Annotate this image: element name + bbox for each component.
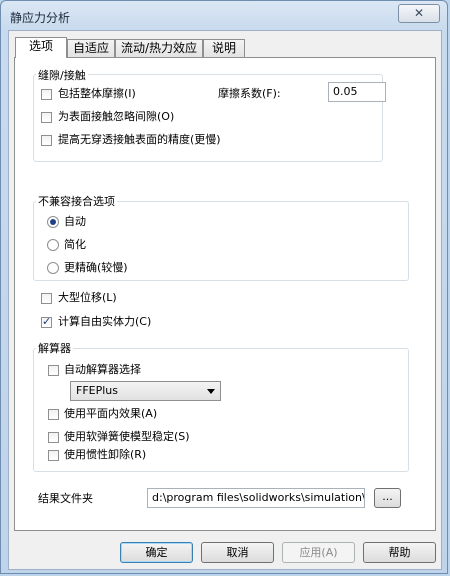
improve-accuracy-checkbox[interactable]: [41, 135, 52, 146]
result-folder-label: 结果文件夹: [38, 492, 93, 505]
auto-solver-checkbox[interactable]: [48, 365, 59, 376]
accurate-radio[interactable]: [47, 262, 59, 274]
solver-selected-value: FFEPlus: [76, 384, 118, 397]
include-friction-label: 包括整体摩擦(I): [58, 87, 136, 100]
free-body-label: 计算自由实体力(C): [58, 315, 152, 328]
result-folder-input[interactable]: d:\program files\solidworks\simulation\E…: [147, 488, 365, 508]
large-displacement-checkbox[interactable]: [41, 293, 52, 304]
auto-solver-label: 自动解算器选择: [64, 363, 141, 376]
improve-accuracy-label: 提高无穿透接触表面的精度(更慢): [58, 133, 221, 146]
apply-button[interactable]: 应用(A): [282, 542, 355, 563]
dialog-window: 静应力分析 ✕ 选项 自适应 流动/热力效应 说明 缝隙/接触 包括整体摩擦(I…: [0, 0, 448, 574]
tab-adaptive[interactable]: 自适应: [67, 39, 115, 57]
inplane-label: 使用平面内效果(A): [64, 407, 158, 420]
inertial-relief-checkbox[interactable]: [48, 450, 59, 461]
soft-spring-checkbox[interactable]: [48, 432, 59, 443]
close-button[interactable]: ✕: [398, 4, 440, 23]
tab-options[interactable]: 选项: [15, 37, 67, 58]
options-page: 缝隙/接触 包括整体摩擦(I) 摩擦系数(F): 0.05 为表面接触忽略间隙(…: [14, 57, 436, 531]
cancel-button[interactable]: 取消: [201, 542, 274, 563]
simplified-radio-label: 简化: [64, 238, 86, 251]
tab-flow-thermal[interactable]: 流动/热力效应: [115, 39, 203, 57]
inplane-checkbox[interactable]: [48, 409, 59, 420]
accurate-radio-label: 更精确(较慢): [64, 261, 128, 274]
ok-button[interactable]: 确定: [120, 542, 193, 563]
solver-title: 解算器: [36, 340, 73, 356]
solver-select[interactable]: FFEPlus: [70, 381, 221, 401]
browse-button[interactable]: ...: [374, 488, 401, 508]
inertial-relief-label: 使用惯性卸除(R): [64, 448, 147, 461]
auto-radio-label: 自动: [64, 215, 86, 228]
gap-contact-title: 缝隙/接触: [36, 67, 88, 83]
large-displacement-label: 大型位移(L): [58, 291, 117, 304]
ignore-gap-label: 为表面接触忽略间隙(O): [58, 110, 175, 123]
include-friction-checkbox[interactable]: [41, 89, 52, 100]
friction-coefficient-label: 摩擦系数(F):: [218, 87, 281, 100]
free-body-checkbox[interactable]: [41, 314, 52, 330]
help-button[interactable]: 帮助: [363, 542, 436, 563]
tab-description[interactable]: 说明: [203, 39, 245, 57]
dialog-client: 选项 自适应 流动/热力效应 说明 缝隙/接触 包括整体摩擦(I) 摩擦系数(F…: [8, 30, 442, 570]
simplified-radio[interactable]: [47, 239, 59, 251]
auto-radio[interactable]: [47, 216, 59, 228]
window-title: 静应力分析: [10, 11, 71, 25]
soft-spring-label: 使用软弹簧使模型稳定(S): [64, 430, 190, 443]
friction-coefficient-input[interactable]: 0.05: [328, 82, 386, 102]
chevron-down-icon: [207, 389, 215, 394]
ignore-gap-checkbox[interactable]: [41, 112, 52, 123]
incompatible-bonding-title: 不兼容接合选项: [36, 193, 117, 209]
close-icon: ✕: [413, 6, 425, 20]
